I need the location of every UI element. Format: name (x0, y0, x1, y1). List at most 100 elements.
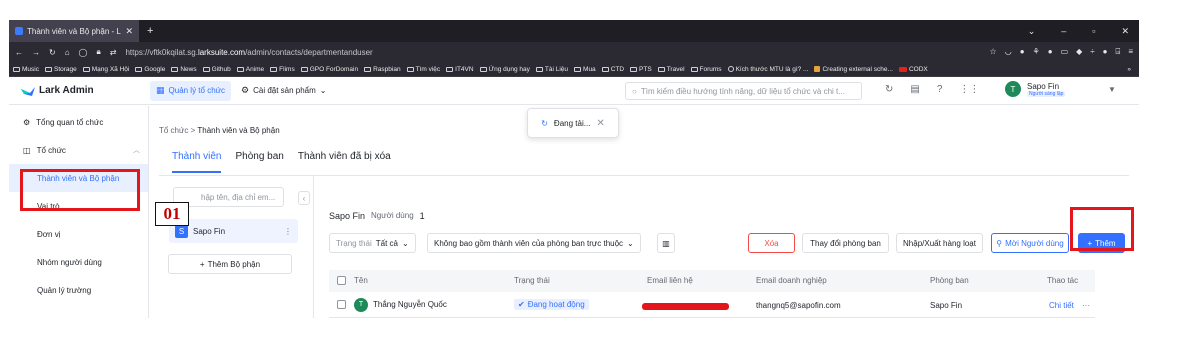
tab-close-icon[interactable]: ✕ (125, 26, 133, 37)
sidebar-item-overview[interactable]: ⚙ Tổng quan tổ chức (9, 108, 148, 136)
column-settings-button[interactable]: ▥ (657, 233, 675, 253)
bookmark-item[interactable]: Ứng dụng hay (479, 65, 530, 73)
import-export-button[interactable]: Nhập/Xuất hàng loạt (896, 233, 983, 253)
bookmark-item[interactable]: CODX (898, 66, 928, 73)
home-icon[interactable]: ⌂ (65, 48, 70, 57)
global-search-input[interactable]: ○ Tìm kiếm điều hướng tính năng, dữ liệu… (625, 82, 862, 100)
department-search-input[interactable]: hập tên, địa chỉ em... (173, 187, 284, 207)
more-vertical-icon[interactable]: ⋮ (284, 227, 298, 236)
bookmark-item[interactable]: Music (13, 66, 39, 73)
lock-icon[interactable]: 🔒︎ (97, 47, 101, 57)
status-filter[interactable]: Trạng thái Tất cả ⌄ (329, 233, 416, 253)
bookmark-item[interactable]: Google (135, 66, 165, 73)
column-header-business-email[interactable]: Email doanh nghiệp (756, 276, 827, 285)
invite-user-icon: ⚲ (996, 238, 1003, 248)
sub-department-filter[interactable]: Không bao gồm thành viên của phòng ban t… (427, 233, 641, 253)
nav-tab-label: Cài đặt sản phẩm (253, 86, 316, 95)
user-menu[interactable]: T Sapo Fin Người sáng lập (1005, 81, 1066, 97)
org-name: Sapo Fin (329, 211, 366, 221)
bookmark-item[interactable]: GPO ForDomain (300, 66, 358, 73)
user-count-label: Người dùng (371, 211, 414, 220)
new-tab-button[interactable]: + (147, 25, 153, 37)
bookmarks-overflow-icon[interactable]: » (1127, 66, 1135, 73)
extension-icon[interactable]: ▭ (1061, 47, 1069, 57)
bookmark-item[interactable]: Mạng Xã Hội (82, 66, 129, 73)
shield-icon[interactable]: ◯ (79, 48, 88, 57)
table-row[interactable]: T Thắng Nguyễn Quốc ✔ Đang hoạt động thang… (329, 294, 1095, 318)
sidebar-item-field-management[interactable]: Quản lý trường (9, 276, 148, 304)
bookmark-item[interactable]: Travel (657, 66, 685, 73)
detail-link[interactable]: Chi tiết (1049, 301, 1074, 310)
browser-tab[interactable]: Thành viên và Bộ phận - Lark A ✕ (9, 20, 139, 42)
extension-icon[interactable]: ● (1048, 47, 1053, 57)
column-header-contact-email[interactable]: Email liên hệ (647, 276, 693, 285)
bookmark-item[interactable]: CTD (601, 66, 624, 73)
notes-icon[interactable]: ▤ (910, 84, 919, 95)
breadcrumb-root[interactable]: Tổ chức (159, 126, 188, 135)
help-center-icon[interactable]: ↻ (885, 84, 893, 95)
menu-icon[interactable]: ≡ (1128, 47, 1133, 57)
bookmark-item[interactable]: Anime (236, 66, 264, 73)
back-icon[interactable]: ← (15, 48, 23, 57)
bookmark-item[interactable]: Tìm việc (406, 66, 440, 73)
extension-icon[interactable]: ● (1020, 47, 1025, 57)
column-header-name[interactable]: Tên (354, 276, 368, 285)
bookmark-item[interactable]: Creating external sche... (814, 66, 893, 73)
bookmark-item[interactable]: PTS (630, 66, 652, 73)
bookmark-item[interactable]: Kích thước MTU là gì? ... (727, 66, 808, 73)
sidebar-item-organization[interactable]: ◫ Tổ chức ︿ (9, 136, 148, 164)
app-header: Lark Admin ▦ Quản lý tổ chức ⚙ Cài đặt s… (9, 77, 1139, 105)
url-field[interactable]: https://vftk0kqilat.sg.larksuite.com/adm… (125, 48, 980, 57)
bookmark-label: Ứng dụng hay (488, 65, 530, 73)
change-department-button[interactable]: Thay đổi phòng ban (802, 233, 889, 253)
bookmark-item[interactable]: Storage (44, 66, 77, 73)
bookmark-item[interactable]: IT4VN (446, 66, 474, 73)
collapse-panel-button[interactable]: ‹ (298, 191, 310, 205)
bookmark-item[interactable]: Github (202, 66, 231, 73)
delete-button[interactable]: Xóa (748, 233, 795, 253)
sidebar-item-units[interactable]: Đơn vị (9, 220, 148, 248)
bookmark-star-icon[interactable]: ☆ (990, 47, 997, 57)
minimize-icon[interactable]: – (1061, 26, 1066, 37)
question-icon[interactable]: ? (937, 84, 943, 95)
bookmark-item[interactable]: News (171, 66, 197, 73)
sidebar-item-label: Đơn vị (37, 229, 61, 239)
member-name-cell[interactable]: T Thắng Nguyễn Quốc (354, 298, 447, 312)
more-actions-icon[interactable]: ··· (1082, 301, 1090, 310)
invite-user-button[interactable]: ⚲ Mời Người dùng (991, 233, 1069, 253)
bookmark-item[interactable]: Forums (690, 66, 722, 73)
reload-icon[interactable]: ↻ (49, 48, 56, 57)
column-header-department[interactable]: Phòng ban (930, 276, 969, 285)
caret-down-icon[interactable]: ▼ (1108, 85, 1116, 94)
bookmark-label: Google (144, 65, 166, 73)
tab-departments[interactable]: Phòng ban (235, 151, 283, 173)
extension-icon[interactable]: ÷ (1090, 47, 1094, 57)
extension-icon[interactable]: ◆ (1076, 47, 1082, 57)
tab-deleted-members[interactable]: Thành viên đã bị xóa (298, 151, 391, 173)
bookmark-item[interactable]: Tài Liệu (535, 66, 568, 73)
column-header-status[interactable]: Trạng thái (514, 276, 550, 285)
status-badge: ✔ Đang hoạt động (514, 299, 589, 310)
account-icon[interactable]: ⍈ (1116, 47, 1121, 57)
sidebar-item-user-groups[interactable]: Nhóm người dùng (9, 248, 148, 276)
forward-icon[interactable]: → (32, 48, 40, 57)
add-department-button[interactable]: + Thêm Bộ phận (168, 254, 292, 274)
select-all-checkbox[interactable] (337, 276, 346, 286)
nav-tab-product-settings[interactable]: ⚙ Cài đặt sản phẩm ⌄ (241, 81, 326, 101)
bookmark-item[interactable]: Flims (270, 66, 295, 73)
tab-members[interactable]: Thành viên (172, 151, 222, 173)
maximize-icon[interactable]: ▫ (1092, 26, 1095, 37)
bookmark-item[interactable]: Raspbian (364, 66, 401, 73)
pocket-icon[interactable]: ◡ (1005, 47, 1012, 57)
app-grid-icon[interactable]: ⋮⋮ (959, 84, 979, 95)
list-tabs-icon[interactable]: ⌄ (1028, 26, 1036, 37)
nav-tab-org-management[interactable]: ▦ Quản lý tổ chức (150, 80, 232, 101)
lark-logo[interactable]: Lark Admin (9, 85, 140, 96)
close-icon[interactable]: ✕ (596, 118, 604, 129)
close-window-icon[interactable]: ✕ (1121, 26, 1129, 37)
extension-icon[interactable]: ⚘ (1033, 47, 1040, 57)
bookmark-item[interactable]: Mua (574, 66, 596, 73)
permissions-icon[interactable]: ⇄ (110, 48, 117, 57)
extension-icon[interactable]: ● (1103, 47, 1108, 57)
row-checkbox[interactable] (337, 300, 346, 310)
